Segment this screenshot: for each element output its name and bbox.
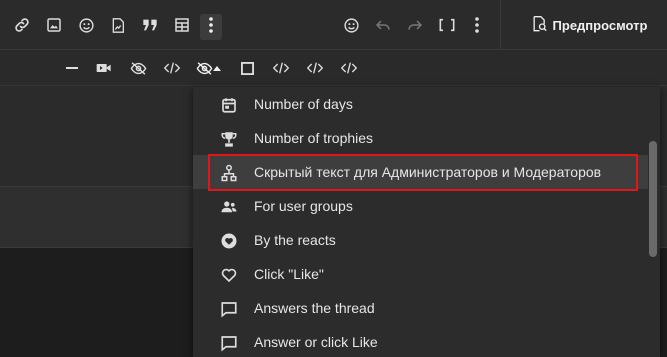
hide-options-dropdown: Number of days Number of trophies Скрыты… bbox=[193, 87, 660, 357]
image-icon[interactable] bbox=[44, 15, 64, 35]
heart-circle-icon bbox=[220, 232, 238, 250]
hide-content-icon[interactable] bbox=[194, 58, 214, 78]
trophy-icon bbox=[220, 130, 238, 148]
link-icon[interactable] bbox=[12, 15, 32, 35]
menu-item-number-of-days[interactable]: Number of days bbox=[193, 87, 648, 121]
smiley-icon[interactable] bbox=[341, 15, 361, 35]
menu-item-answers-thread[interactable]: Answers the thread bbox=[193, 291, 648, 325]
code-icon[interactable] bbox=[162, 58, 182, 78]
preview-button[interactable]: Предпросмотр bbox=[512, 0, 667, 50]
menu-item-click-like[interactable]: Click "Like" bbox=[193, 257, 648, 291]
menu-item-for-user-groups[interactable]: For user groups bbox=[193, 189, 648, 223]
eye-slash-icon[interactable] bbox=[128, 58, 148, 78]
preview-icon bbox=[532, 15, 547, 35]
menu-item-number-of-trophies[interactable]: Number of trophies bbox=[193, 121, 648, 155]
caret-up-icon[interactable] bbox=[212, 64, 222, 72]
code-icon[interactable] bbox=[339, 58, 359, 78]
dropdown-scrollbar[interactable] bbox=[649, 141, 657, 257]
undo-icon[interactable] bbox=[373, 15, 393, 35]
table-icon[interactable] bbox=[172, 15, 192, 35]
toolbar-divider bbox=[500, 0, 501, 50]
menu-item-label: Answers the thread bbox=[254, 300, 375, 316]
menu-item-label: Number of trophies bbox=[254, 130, 374, 146]
quote-icon[interactable] bbox=[140, 15, 160, 35]
menu-item-label: By the reacts bbox=[254, 232, 336, 248]
menu-item-answer-or-like[interactable]: Answer or click Like bbox=[193, 325, 648, 357]
user-group-icon bbox=[220, 198, 238, 216]
vertical-ellipsis-icon[interactable] bbox=[201, 15, 221, 35]
heart-icon bbox=[220, 266, 238, 284]
code-icon[interactable] bbox=[305, 58, 325, 78]
box-icon[interactable] bbox=[237, 58, 257, 78]
bbcode-toggle-icon[interactable] bbox=[437, 15, 457, 35]
highlight-frame-menu-item bbox=[208, 154, 638, 191]
menu-item-label: Click "Like" bbox=[254, 266, 324, 282]
menu-item-by-reacts[interactable]: By the reacts bbox=[193, 223, 648, 257]
horizontal-line-icon[interactable] bbox=[62, 58, 82, 78]
redo-icon[interactable] bbox=[405, 15, 425, 35]
editor-toolbar: Предпросмотр bbox=[0, 0, 667, 50]
code-icon[interactable] bbox=[271, 58, 291, 78]
smiley-icon[interactable] bbox=[76, 15, 96, 35]
video-icon[interactable] bbox=[94, 58, 114, 78]
vertical-ellipsis-icon[interactable] bbox=[467, 15, 487, 35]
editor-sub-toolbar bbox=[0, 50, 667, 133]
preview-label: Предпросмотр bbox=[552, 17, 648, 33]
menu-item-label: Answer or click Like bbox=[254, 334, 378, 350]
menu-item-label: For user groups bbox=[254, 198, 353, 214]
comment-icon bbox=[220, 300, 238, 318]
menu-item-label: Number of days bbox=[254, 96, 353, 112]
calendar-icon bbox=[220, 96, 238, 114]
media-file-icon[interactable] bbox=[108, 15, 128, 35]
comment-icon bbox=[220, 334, 238, 352]
